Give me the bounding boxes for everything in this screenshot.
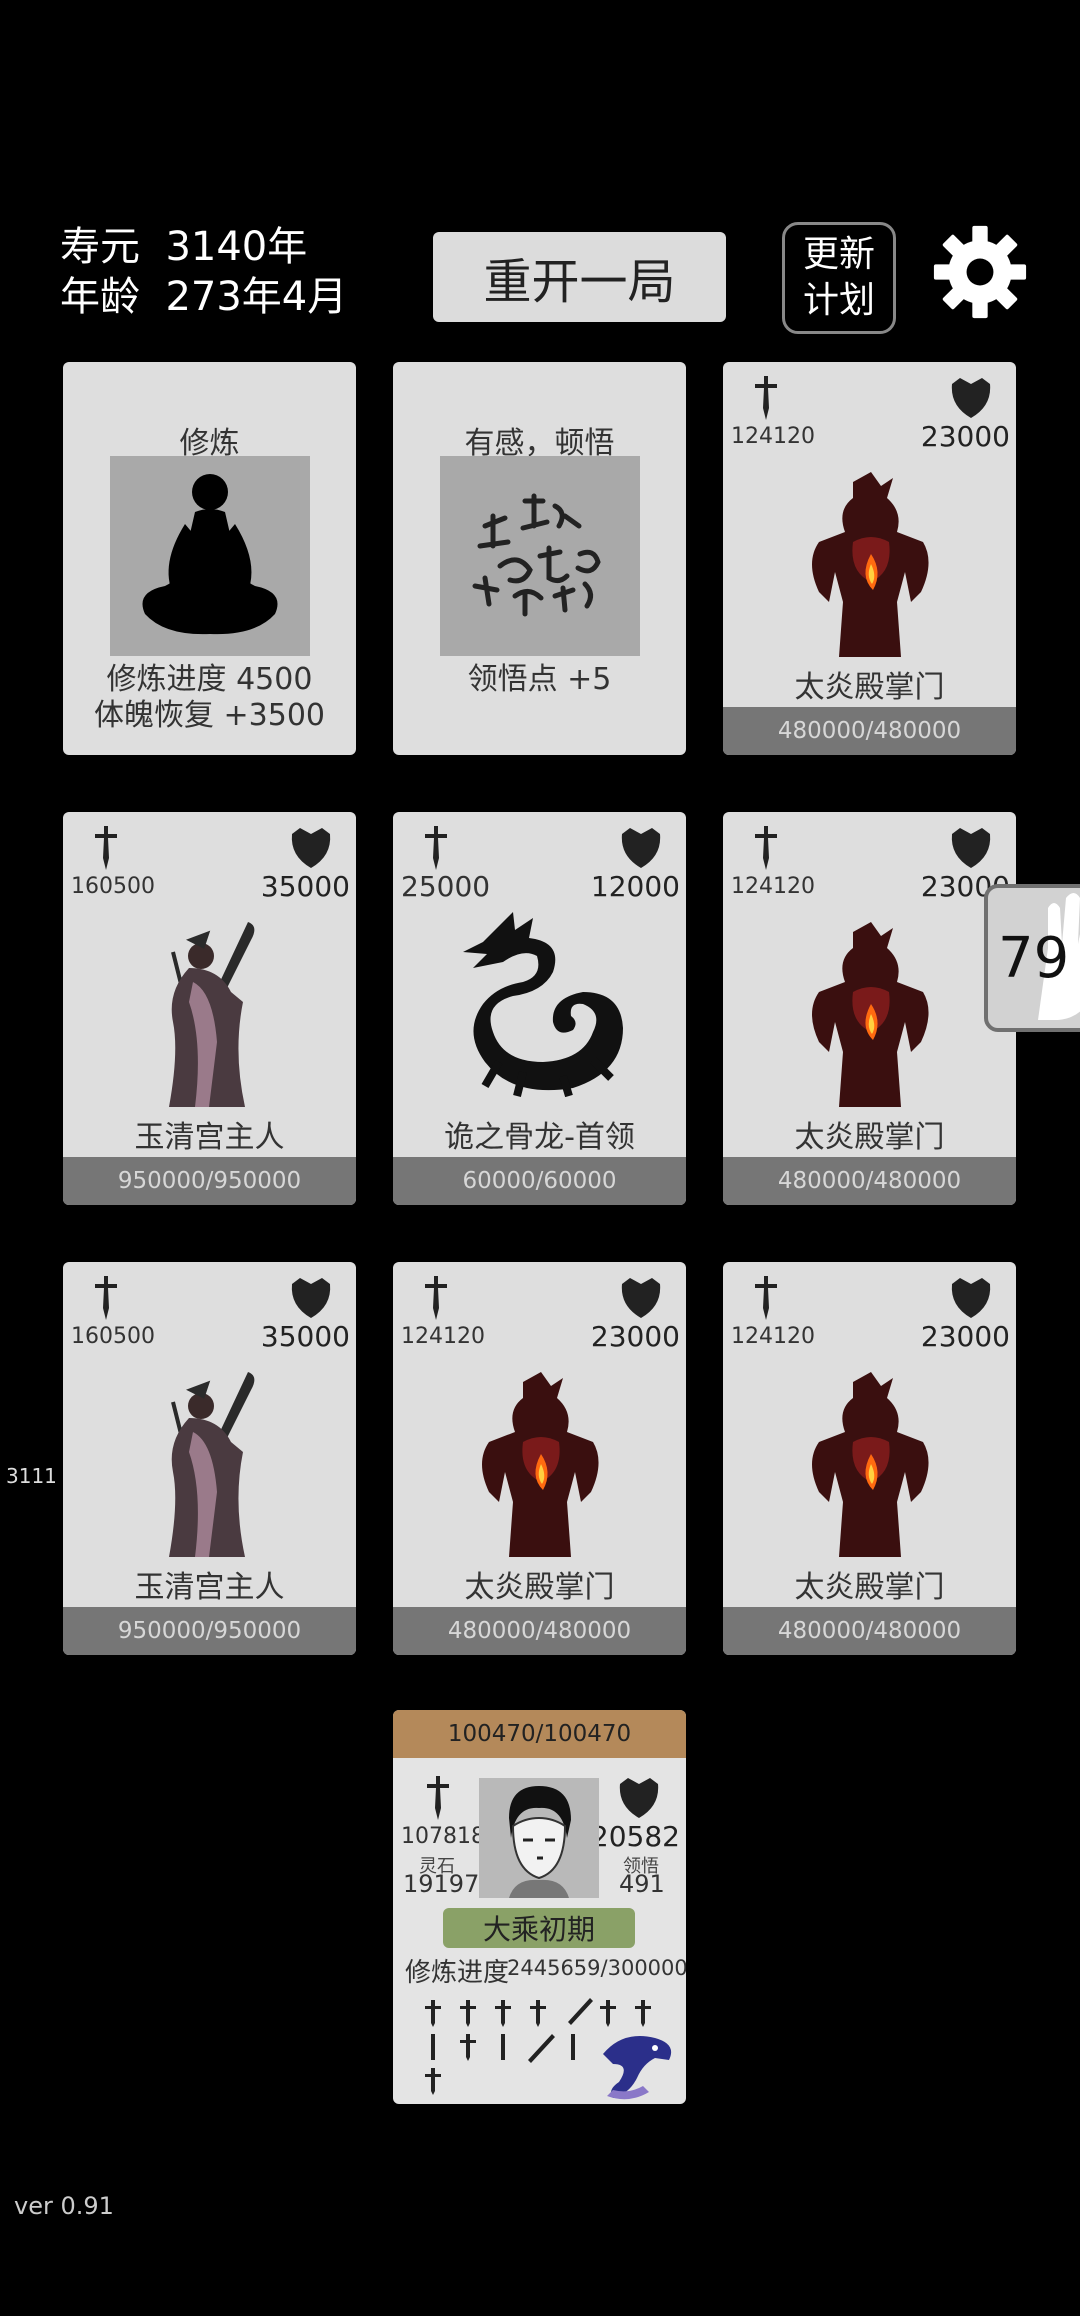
player-progress-label: 修炼进度: [405, 1958, 510, 1988]
update-plan-button[interactable]: 更新 计划: [782, 222, 896, 334]
insight-points-text: 领悟点 +5: [467, 662, 612, 697]
cultivate-progress-text: 修炼进度 4500: [106, 662, 313, 697]
enemy-card[interactable]: 124120 23000 太炎殿掌门 480000/480000: [723, 1262, 1016, 1655]
fire-demon-portrait: [812, 922, 929, 1107]
enemy-defense: 35000: [260, 870, 350, 903]
shield-icon: [291, 828, 331, 868]
player-defense: 20582: [590, 1820, 680, 1853]
enemy-card[interactable]: 124120 23000 太炎殿掌门 480000/480000: [393, 1262, 686, 1655]
hand-counter-tab[interactable]: 79: [984, 884, 1080, 1032]
realm-badge: 大乘初期: [443, 1908, 635, 1948]
sword-sage-portrait: [169, 1372, 255, 1557]
sword-icon: [95, 1276, 117, 1320]
enemy-defense: 12000: [590, 870, 680, 903]
enemy-hp-bar: 480000/480000: [723, 1157, 1016, 1205]
body-recovery-text: 体魄恢复 +3500: [93, 698, 326, 733]
player-avatar: [479, 1778, 599, 1898]
enemy-card[interactable]: 160500 35000 玉清宫主人 950000/950000: [63, 1262, 356, 1655]
sword-icon: [755, 376, 777, 420]
restart-button[interactable]: 重开一局: [433, 232, 726, 322]
enemy-name: 玉清宫主人: [134, 1120, 285, 1155]
enemy-hp-bar: 60000/60000: [393, 1157, 686, 1205]
enemy-name: 太炎殿掌门: [464, 1570, 615, 1605]
shield-icon: [951, 1278, 991, 1318]
bone-dragon-portrait: [463, 912, 623, 1097]
enemy-card[interactable]: 160500 35000 玉清宫主人 950000/950000: [63, 812, 356, 1205]
enemy-attack: 160500: [71, 1324, 155, 1349]
meditation-figure-icon: [110, 456, 310, 656]
enemy-card[interactable]: 124120 23000 太炎殿掌门 480000/480000: [723, 812, 1016, 1205]
enemy-defense: 23000: [590, 1320, 680, 1353]
enemy-card[interactable]: 124120 23000 太炎殿掌门 480000/480000: [723, 362, 1016, 755]
enemy-attack: 124120: [401, 1324, 485, 1349]
age-value: 273年4月: [165, 274, 348, 320]
enemy-defense: 23000: [920, 1320, 1010, 1353]
row-marker: 3111: [6, 1464, 57, 1488]
lifespan-value: 3140年: [165, 224, 308, 270]
shield-icon: [951, 828, 991, 868]
insight-value: 491: [619, 1870, 665, 1898]
hand-count: 79: [998, 926, 1070, 991]
sword-icon: [95, 826, 117, 870]
sword-sage-portrait: [169, 922, 255, 1107]
dragon-pet-icon: [603, 2036, 672, 2100]
sword-inventory-icons: [425, 1998, 672, 2100]
age-row: 年龄 273年4月: [60, 272, 347, 322]
enemy-hp-bar: 480000/480000: [393, 1607, 686, 1655]
sword-icon: [427, 1776, 449, 1820]
player-progress-value: 2445659/3000000: [507, 1956, 686, 1980]
lifespan-label: 寿元: [60, 224, 140, 270]
enemy-attack: 25000: [401, 870, 491, 903]
version-label: ver 0.91: [14, 2192, 114, 2220]
fire-demon-portrait: [812, 472, 929, 657]
player-attack: 107818: [401, 1824, 485, 1849]
enemy-name: 玉清宫主人: [134, 1570, 285, 1605]
enemy-attack: 124120: [731, 1324, 815, 1349]
enemy-defense: 23000: [920, 420, 1010, 453]
enemy-hp-bar: 950000/950000: [63, 1607, 356, 1655]
settings-gear-icon[interactable]: [932, 224, 1028, 320]
enemy-hp-bar: 480000/480000: [723, 707, 1016, 755]
lifespan-row: 寿元 3140年: [60, 222, 307, 272]
enemy-name: 太炎殿掌门: [794, 1570, 945, 1605]
sword-icon: [425, 826, 447, 870]
enemy-card[interactable]: 25000 12000 诡之骨龙-首领 60000/60000: [393, 812, 686, 1205]
fire-demon-portrait: [482, 1372, 599, 1557]
enemy-hp-bar: 480000/480000: [723, 1607, 1016, 1655]
sword-icon: [755, 1276, 777, 1320]
enemy-defense: 35000: [260, 1320, 350, 1353]
insight-card[interactable]: 有感，顿悟 领悟点 +5: [393, 362, 686, 755]
player-card[interactable]: 100470/100470 107818 20582 灵石 19197 领悟 4…: [393, 1710, 686, 2104]
player-hp-bar: 100470/100470: [393, 1710, 686, 1758]
enemy-attack: 124120: [731, 424, 815, 449]
shield-icon: [621, 1278, 661, 1318]
enemy-hp-bar: 950000/950000: [63, 1157, 356, 1205]
enemy-attack: 124120: [731, 874, 815, 899]
cultivate-card[interactable]: 修炼 修炼进度 4500 体魄恢复 +3500: [63, 362, 356, 755]
enemy-name: 诡之骨龙-首领: [444, 1120, 635, 1155]
enemy-name: 太炎殿掌门: [794, 670, 945, 705]
plan-label-2: 计划: [802, 280, 875, 321]
plan-label-1: 更新: [802, 234, 875, 275]
shield-icon: [621, 828, 661, 868]
shield-icon: [291, 1278, 331, 1318]
sword-icon: [755, 826, 777, 870]
shield-icon: [951, 378, 991, 418]
fire-demon-portrait: [812, 1372, 929, 1557]
spirit-stone-value: 19197: [403, 1870, 480, 1898]
shield-icon: [619, 1778, 659, 1818]
age-label: 年龄: [60, 274, 140, 320]
enemy-attack: 160500: [71, 874, 155, 899]
enemy-name: 太炎殿掌门: [794, 1120, 945, 1155]
calligraphy-swirl-icon: [440, 456, 640, 656]
sword-icon: [425, 1276, 447, 1320]
